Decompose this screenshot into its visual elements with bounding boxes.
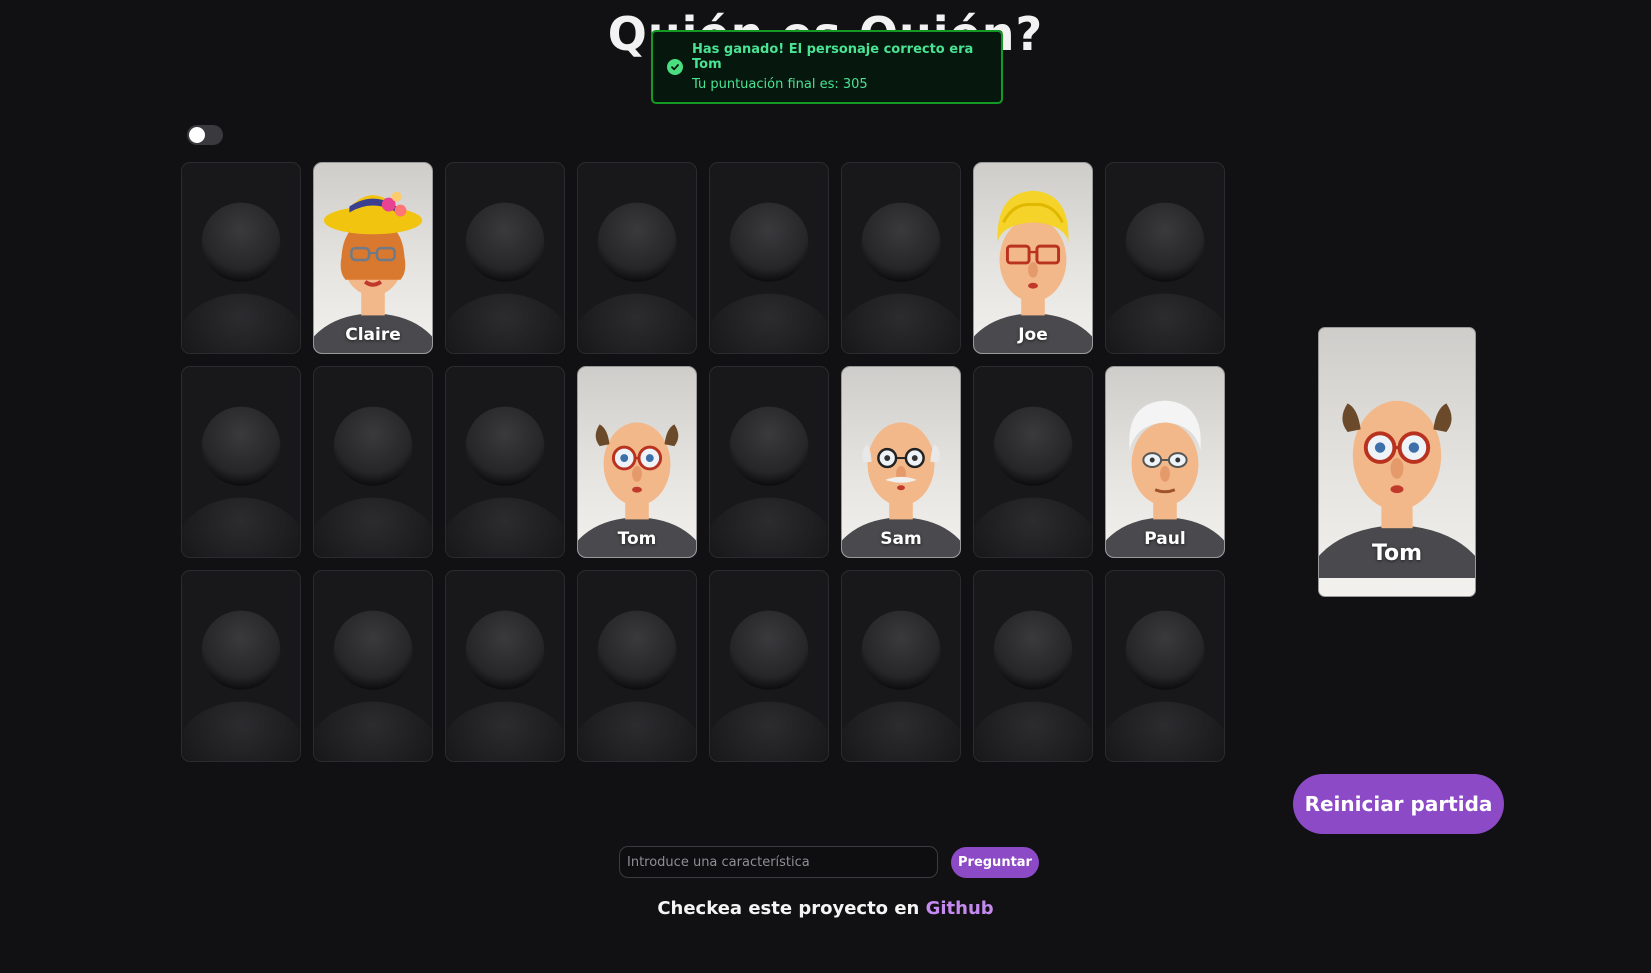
silhouette-icon — [974, 406, 1092, 557]
character-card-hidden[interactable] — [577, 162, 697, 354]
silhouette-icon — [182, 406, 300, 557]
restart-game-button[interactable]: Reiniciar partida — [1293, 774, 1504, 834]
character-card-hidden[interactable] — [973, 366, 1093, 558]
character-board: Claire Joe Tom Sam Paul — [181, 162, 1226, 762]
toggle-knob — [189, 127, 205, 143]
github-link[interactable]: Github — [926, 898, 994, 919]
silhouette-icon — [710, 406, 828, 557]
silhouette-icon — [446, 202, 564, 353]
theme-toggle[interactable] — [187, 125, 223, 145]
character-card-paul[interactable]: Paul — [1105, 366, 1225, 558]
silhouette-icon — [182, 610, 300, 761]
footer-text: Checkea este proyecto en — [657, 898, 926, 919]
character-card-tom[interactable]: Tom — [577, 366, 697, 558]
ask-button[interactable]: Preguntar — [951, 847, 1039, 878]
character-card-hidden[interactable] — [313, 366, 433, 558]
character-card-hidden[interactable] — [445, 162, 565, 354]
character-card-hidden[interactable] — [841, 162, 961, 354]
character-card-hidden[interactable] — [445, 570, 565, 762]
silhouette-icon — [974, 610, 1092, 761]
character-card-hidden[interactable] — [1105, 162, 1225, 354]
silhouette-icon — [842, 610, 960, 761]
secret-character-name: Tom — [1371, 541, 1423, 566]
app-root: Quién es Quién? Has ganado! El personaje… — [0, 0, 1651, 973]
silhouette-icon — [578, 610, 696, 761]
silhouette-icon — [314, 406, 432, 557]
silhouette-icon — [1106, 610, 1224, 761]
character-card-hidden[interactable] — [577, 570, 697, 762]
secret-character-card: Tom — [1318, 327, 1476, 597]
silhouette-icon — [842, 202, 960, 353]
notification-description: Tu puntuación final es: 305 — [692, 77, 868, 92]
win-notification: Has ganado! El personaje correcto era To… — [651, 30, 1003, 104]
silhouette-icon — [1106, 202, 1224, 353]
character-name: Tom — [617, 529, 657, 549]
character-name: Claire — [345, 325, 401, 345]
silhouette-icon — [578, 202, 696, 353]
footer: Checkea este proyecto en Github — [0, 898, 1651, 919]
characteristic-input[interactable] — [619, 846, 938, 878]
silhouette-icon — [710, 202, 828, 353]
character-card-hidden[interactable] — [313, 570, 433, 762]
character-card-hidden[interactable] — [1105, 570, 1225, 762]
character-card-hidden[interactable] — [709, 570, 829, 762]
character-card-hidden[interactable] — [181, 570, 301, 762]
character-card-hidden[interactable] — [181, 366, 301, 558]
check-circle-icon — [667, 59, 683, 75]
character-card-hidden[interactable] — [181, 162, 301, 354]
character-card-joe[interactable]: Joe — [973, 162, 1093, 354]
character-card-claire[interactable]: Claire — [313, 162, 433, 354]
character-name: Sam — [880, 529, 922, 549]
character-card-hidden[interactable] — [973, 570, 1093, 762]
character-card-hidden[interactable] — [445, 366, 565, 558]
silhouette-icon — [314, 610, 432, 761]
character-name: Paul — [1144, 529, 1186, 549]
character-name: Joe — [1018, 325, 1048, 345]
notification-title: Has ganado! El personaje correcto era To… — [692, 42, 974, 72]
notification-text: Has ganado! El personaje correcto era To… — [692, 42, 1001, 92]
character-card-sam[interactable]: Sam — [841, 366, 961, 558]
character-card-hidden[interactable] — [709, 366, 829, 558]
silhouette-icon — [446, 406, 564, 557]
silhouette-icon — [446, 610, 564, 761]
character-card-hidden[interactable] — [709, 162, 829, 354]
silhouette-icon — [710, 610, 828, 761]
character-card-hidden[interactable] — [841, 570, 961, 762]
silhouette-icon — [182, 202, 300, 353]
